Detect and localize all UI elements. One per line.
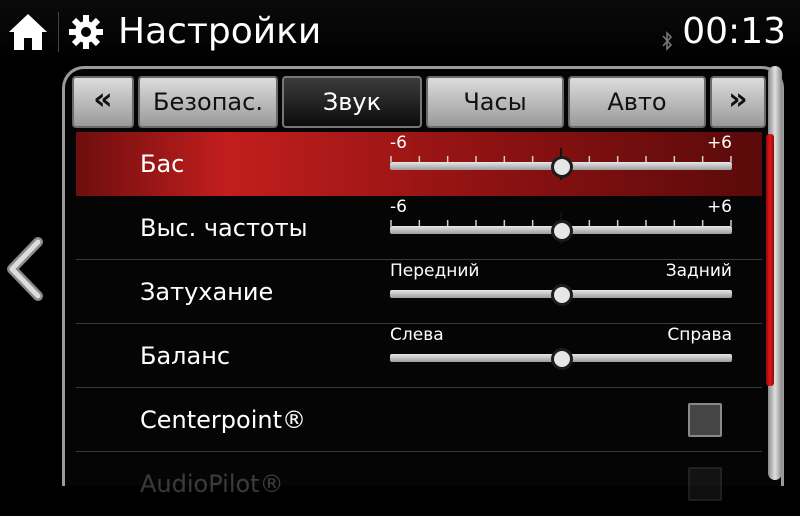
back-chevron-icon[interactable] — [2, 234, 50, 304]
setting-row-audiopilot[interactable]: AudioPilot® — [76, 452, 762, 516]
centerpoint-checkbox[interactable] — [688, 403, 722, 437]
tab-next-button[interactable]: » — [710, 76, 766, 128]
slider-min-label: Передний — [390, 261, 480, 281]
setting-label: AudioPilot® — [140, 470, 284, 498]
tab-sound[interactable]: Звук — [282, 76, 422, 128]
setting-label: Выс. частоты — [140, 214, 308, 242]
gear-icon — [69, 15, 103, 49]
fade-slider-knob[interactable] — [551, 284, 573, 306]
slider-max-label: Задний — [665, 261, 732, 281]
setting-label: Бас — [140, 150, 185, 178]
scrollbar-thumb[interactable] — [766, 134, 774, 386]
setting-row-balance[interactable]: Баланс Слева Справа — [76, 324, 762, 388]
bluetooth-icon — [662, 31, 673, 51]
top-bar: Настройки 00:13 — [0, 0, 800, 64]
treble-slider-knob[interactable] — [551, 220, 573, 242]
home-icon[interactable] — [6, 10, 50, 54]
audiopilot-checkbox[interactable] — [688, 467, 722, 501]
slider-max-label: +6 — [706, 197, 732, 217]
slider-max-label: +6 — [706, 133, 732, 153]
setting-row-centerpoint[interactable]: Centerpoint® — [76, 388, 762, 452]
clock: 00:13 — [682, 11, 786, 52]
slider-min-label: -6 — [390, 133, 407, 153]
setting-row-fade[interactable]: Затухание Передний Задний — [76, 260, 762, 324]
setting-label: Баланс — [140, 342, 231, 370]
tab-clock[interactable]: Часы — [426, 76, 564, 128]
tab-bar: « Безопас. Звук Часы Авто » — [72, 74, 766, 130]
balance-slider-knob[interactable] — [551, 348, 573, 370]
bass-slider-knob[interactable] — [551, 156, 573, 178]
slider-min-label: Слева — [390, 325, 444, 345]
tab-prev-button[interactable]: « — [72, 76, 134, 128]
setting-label: Centerpoint® — [140, 406, 306, 434]
setting-row-treble[interactable]: Выс. частоты -6 +6 — [76, 196, 762, 260]
header-divider — [58, 12, 59, 52]
tab-safety[interactable]: Безопас. — [138, 76, 278, 128]
page-title: Настройки — [118, 11, 322, 52]
setting-label: Затухание — [140, 278, 274, 306]
slider-max-label: Справа — [667, 325, 732, 345]
slider-min-label: -6 — [390, 197, 407, 217]
setting-row-bass[interactable]: Бас -6 +6 — [76, 132, 762, 196]
tab-vehicle[interactable]: Авто — [568, 76, 706, 128]
